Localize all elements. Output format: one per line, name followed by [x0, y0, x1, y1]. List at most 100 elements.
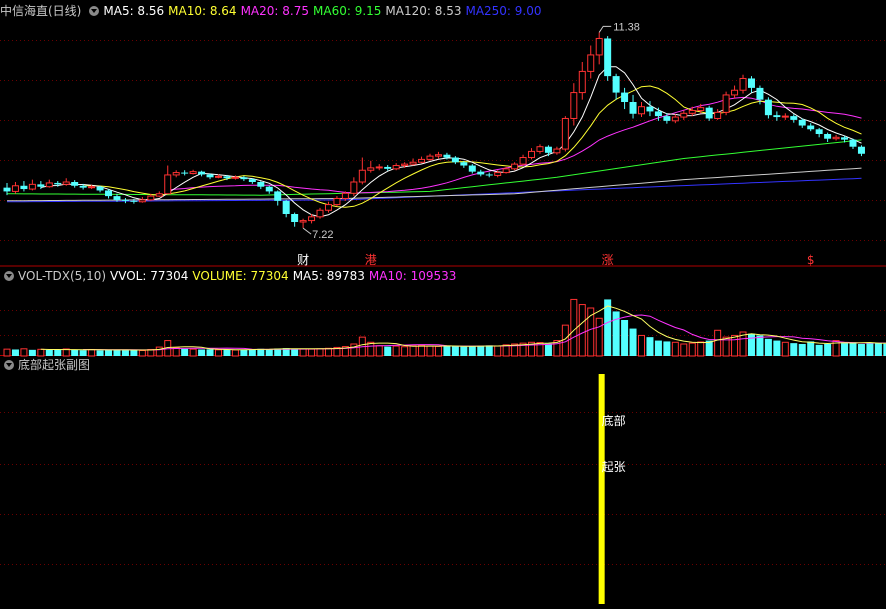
volume-bar [798, 344, 806, 356]
max-price-pointer [598, 25, 612, 33]
candle-body [832, 136, 840, 140]
volume-bar [595, 317, 603, 357]
candle-body [494, 172, 502, 176]
candle-body [451, 157, 459, 163]
ma120-line [7, 167, 862, 202]
ma20-line [167, 96, 862, 194]
volume-bar [807, 341, 815, 356]
candle-body [401, 163, 409, 167]
volume-bar [646, 337, 654, 356]
candle-body [638, 106, 645, 115]
candle-body [138, 199, 146, 203]
candle-body [671, 116, 679, 122]
volume-bar [28, 349, 36, 356]
volume-bar [189, 348, 197, 357]
volume-bar [324, 347, 332, 357]
candle-body [764, 99, 772, 116]
candle-body [105, 190, 113, 197]
candle-body [697, 107, 705, 111]
volume-bar [308, 348, 316, 357]
candle-body [747, 78, 755, 88]
candle-body [477, 171, 485, 175]
candle-body [460, 162, 468, 166]
candle-body [248, 179, 256, 182]
volume-bar [401, 346, 409, 357]
volume-bar [773, 340, 781, 356]
volume-bar [764, 338, 772, 356]
candle-body [240, 177, 248, 180]
candle-body [375, 166, 383, 169]
candle-body [418, 158, 426, 163]
volume-bar [756, 335, 764, 356]
volume-bar [138, 350, 146, 357]
candle-body [206, 174, 214, 178]
candle-body [790, 116, 798, 120]
candle-body [680, 112, 688, 118]
ma60-line [7, 139, 862, 196]
volume-bar [621, 320, 629, 356]
volume-bar [477, 345, 485, 356]
volume-bar [790, 343, 798, 356]
candle-body [265, 186, 273, 192]
candle-body [147, 195, 155, 201]
candle-body [79, 185, 87, 188]
candle-body [426, 155, 434, 160]
candle-body [705, 107, 713, 119]
volume-bar [671, 341, 679, 357]
bottom-rise-signal-bar [598, 374, 605, 604]
candle-body [96, 186, 104, 191]
ma10-line [83, 85, 862, 208]
candle-body [37, 184, 45, 187]
volume-bar [215, 349, 222, 357]
volume-bar [874, 343, 882, 356]
candle-body [807, 125, 815, 130]
candle-body [291, 214, 299, 222]
candle-body [341, 192, 349, 199]
candle-body [308, 216, 316, 222]
candle-body [198, 171, 206, 175]
volume-bar [697, 341, 705, 357]
volume-bar [198, 349, 206, 356]
candle-body [841, 137, 849, 140]
volume-bar [841, 343, 849, 356]
volume-bar [747, 333, 755, 356]
volume-bar [88, 348, 96, 357]
candle-body [155, 193, 163, 197]
max-price-label: 11.38 [613, 21, 640, 33]
candle-body [502, 168, 510, 174]
volume-bar [113, 350, 121, 356]
event-marker: $ [807, 253, 815, 267]
volume-bar [3, 348, 11, 357]
volume-bar [223, 349, 231, 356]
candle-body [857, 146, 865, 154]
candle-body [231, 176, 239, 179]
candle-body [434, 154, 442, 157]
candle-body [71, 182, 79, 186]
candle-body [621, 92, 629, 102]
candle-body [722, 94, 730, 113]
candle-body [28, 183, 36, 190]
event-marker: 涨 [602, 252, 614, 267]
volume-bar [96, 350, 104, 356]
volume-bar [460, 346, 468, 356]
volume-bar [37, 348, 45, 357]
min-price-label: 7.22 [312, 229, 333, 241]
volume-bar [857, 344, 865, 356]
candle-body [798, 119, 806, 126]
volume-bar [121, 350, 129, 356]
candle-body [62, 181, 70, 185]
volume-bar [20, 348, 28, 357]
volume-bar [824, 344, 832, 356]
candle-body [172, 172, 180, 176]
candle-body [358, 169, 366, 183]
volume-bar [299, 348, 307, 357]
candle-body [536, 146, 544, 152]
candle-body [350, 181, 358, 194]
candle-body [629, 102, 637, 114]
candle-body [781, 115, 789, 118]
chart-canvas[interactable]: 11.38 7.22财 港 涨 $ 底部起张 [0, 0, 886, 609]
volume-bar [79, 350, 87, 356]
candle-body [45, 182, 53, 188]
volume-bar [815, 344, 823, 356]
candle-body [316, 209, 324, 218]
